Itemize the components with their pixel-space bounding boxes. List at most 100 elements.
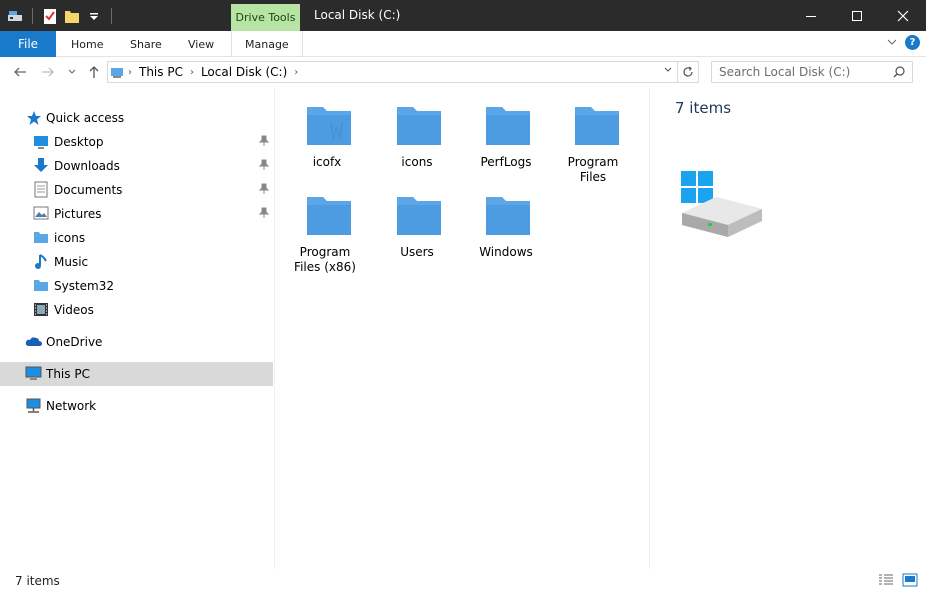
folder-icon <box>486 107 530 145</box>
search-placeholder[interactable]: Search Local Disk (C:) <box>719 65 850 79</box>
expand-ribbon-icon[interactable] <box>887 36 897 50</box>
downloads-icon <box>33 157 50 174</box>
breadcrumb-separator-icon[interactable]: › <box>188 67 196 78</box>
documents-icon <box>34 181 51 198</box>
address-bar-row: › This PC › Local Disk (C:) › Search Loc… <box>0 57 926 87</box>
nav-onedrive[interactable]: OneDrive <box>0 330 273 354</box>
new-folder-icon[interactable] <box>63 7 81 25</box>
nav-label: Documents <box>54 183 123 197</box>
breadcrumb-separator-icon[interactable]: › <box>126 67 134 78</box>
sidebar-item-videos[interactable]: Videos <box>0 298 273 322</box>
address-breadcrumb[interactable]: › This PC › Local Disk (C:) › <box>107 61 678 83</box>
view-switcher <box>878 573 918 590</box>
nav-label: Desktop <box>54 135 104 149</box>
nav-network[interactable]: Network <box>0 394 273 418</box>
nav-label: Videos <box>54 303 94 317</box>
maximize-icon <box>852 10 862 21</box>
folder-item-icons[interactable]: icons <box>377 91 457 177</box>
tab-view[interactable]: View <box>188 31 214 57</box>
folder-label: icofx <box>312 155 342 169</box>
nav-label: This PC <box>46 367 90 381</box>
this-pc-small-icon <box>110 65 126 79</box>
search-box[interactable]: Search Local Disk (C:) <box>711 61 913 83</box>
sidebar-item-desktop[interactable]: Desktop <box>0 130 273 154</box>
breadcrumb-this-pc[interactable]: This PC <box>134 65 188 79</box>
details-view-icon[interactable] <box>878 573 894 590</box>
nav-quick-access[interactable]: Quick access <box>0 106 273 130</box>
large-icons-view-icon[interactable] <box>902 573 918 590</box>
breadcrumb-local-disk[interactable]: Local Disk (C:) <box>196 65 292 79</box>
folder-label: icons <box>401 155 433 169</box>
maximize-button[interactable] <box>834 0 880 31</box>
pin-icon[interactable] <box>258 207 270 219</box>
nav-label: OneDrive <box>46 335 103 349</box>
onedrive-icon <box>25 335 42 352</box>
folder-label: Program Files <box>567 155 619 184</box>
nav-this-pc[interactable]: This PC <box>0 362 273 386</box>
nav-label: Network <box>46 399 97 413</box>
breadcrumb-separator-icon[interactable]: › <box>292 67 300 78</box>
details-pane: 7 items <box>649 87 926 569</box>
folder-icon <box>575 107 619 145</box>
up-button[interactable] <box>85 63 103 81</box>
folder-label: Users <box>400 245 434 259</box>
pin-icon[interactable] <box>258 183 270 195</box>
folder-label: Windows <box>479 245 533 259</box>
window-title: Local Disk (C:) <box>314 8 401 22</box>
customize-toolbar-icon[interactable] <box>85 7 103 25</box>
pin-icon[interactable] <box>258 135 270 147</box>
folder-icon <box>33 278 50 295</box>
ribbon-tabs: File Home Share View Manage ? <box>0 31 926 57</box>
properties-icon[interactable] <box>6 7 24 25</box>
folder-item-windows[interactable]: Windows <box>466 181 546 267</box>
desktop-icon <box>33 134 50 151</box>
status-item-count: 7 items <box>15 574 60 588</box>
nav-label: System32 <box>54 279 115 293</box>
folder-item-program-files[interactable]: Program Files <box>555 91 635 184</box>
recent-locations-button[interactable] <box>63 63 81 81</box>
sidebar-item-downloads[interactable]: Downloads <box>0 154 273 178</box>
nav-label: Quick access <box>46 111 125 125</box>
folder-icon <box>307 107 351 145</box>
network-icon <box>25 398 42 415</box>
folder-item-program-files-x86[interactable]: Program Files (x86) <box>287 181 367 274</box>
folder-item-perflogs[interactable]: PerfLogs <box>466 91 546 177</box>
help-icon[interactable]: ? <box>905 35 920 50</box>
folder-item-icofx[interactable]: icofx <box>287 91 367 177</box>
folder-icon <box>397 107 441 145</box>
tab-file[interactable]: File <box>0 31 56 57</box>
back-button[interactable] <box>11 63 29 81</box>
ribbon-controls: ? <box>887 35 920 50</box>
refresh-button[interactable] <box>678 61 699 83</box>
search-icon[interactable] <box>892 65 906 82</box>
nav-label: Pictures <box>54 207 102 221</box>
sidebar-item-music[interactable]: Music <box>0 250 273 274</box>
tab-manage[interactable]: Manage <box>231 31 303 57</box>
minimize-button[interactable] <box>788 0 834 31</box>
checklist-icon[interactable] <box>41 7 59 25</box>
folder-icon <box>33 230 50 247</box>
navigation-pane: Quick access Desktop Downloads Documents… <box>0 87 275 569</box>
file-list: icofx icons PerfLogs Program Files Progr… <box>276 87 648 569</box>
folder-item-users[interactable]: Users <box>377 181 457 267</box>
drive-tools-context-tab[interactable]: Drive Tools <box>231 4 300 31</box>
sidebar-item-system32[interactable]: System32 <box>0 274 273 298</box>
sidebar-item-documents[interactable]: Documents <box>0 178 273 202</box>
tab-share[interactable]: Share <box>130 31 162 57</box>
close-button[interactable] <box>880 0 926 31</box>
address-dropdown-icon[interactable] <box>663 65 673 78</box>
forward-button[interactable] <box>39 63 57 81</box>
folder-icon <box>397 197 441 235</box>
pictures-icon <box>33 206 50 223</box>
toolbar-separator <box>32 8 33 24</box>
close-icon <box>897 10 909 21</box>
folder-label: PerfLogs <box>480 155 532 169</box>
pin-icon[interactable] <box>258 159 270 171</box>
sidebar-item-pictures[interactable]: Pictures <box>0 202 273 226</box>
details-item-count: 7 items <box>675 99 732 117</box>
status-bar: 7 items <box>0 569 926 593</box>
tab-home[interactable]: Home <box>71 31 103 57</box>
minimize-icon <box>806 15 816 17</box>
back-arrow-icon <box>14 67 26 77</box>
sidebar-item-icons[interactable]: icons <box>0 226 273 250</box>
